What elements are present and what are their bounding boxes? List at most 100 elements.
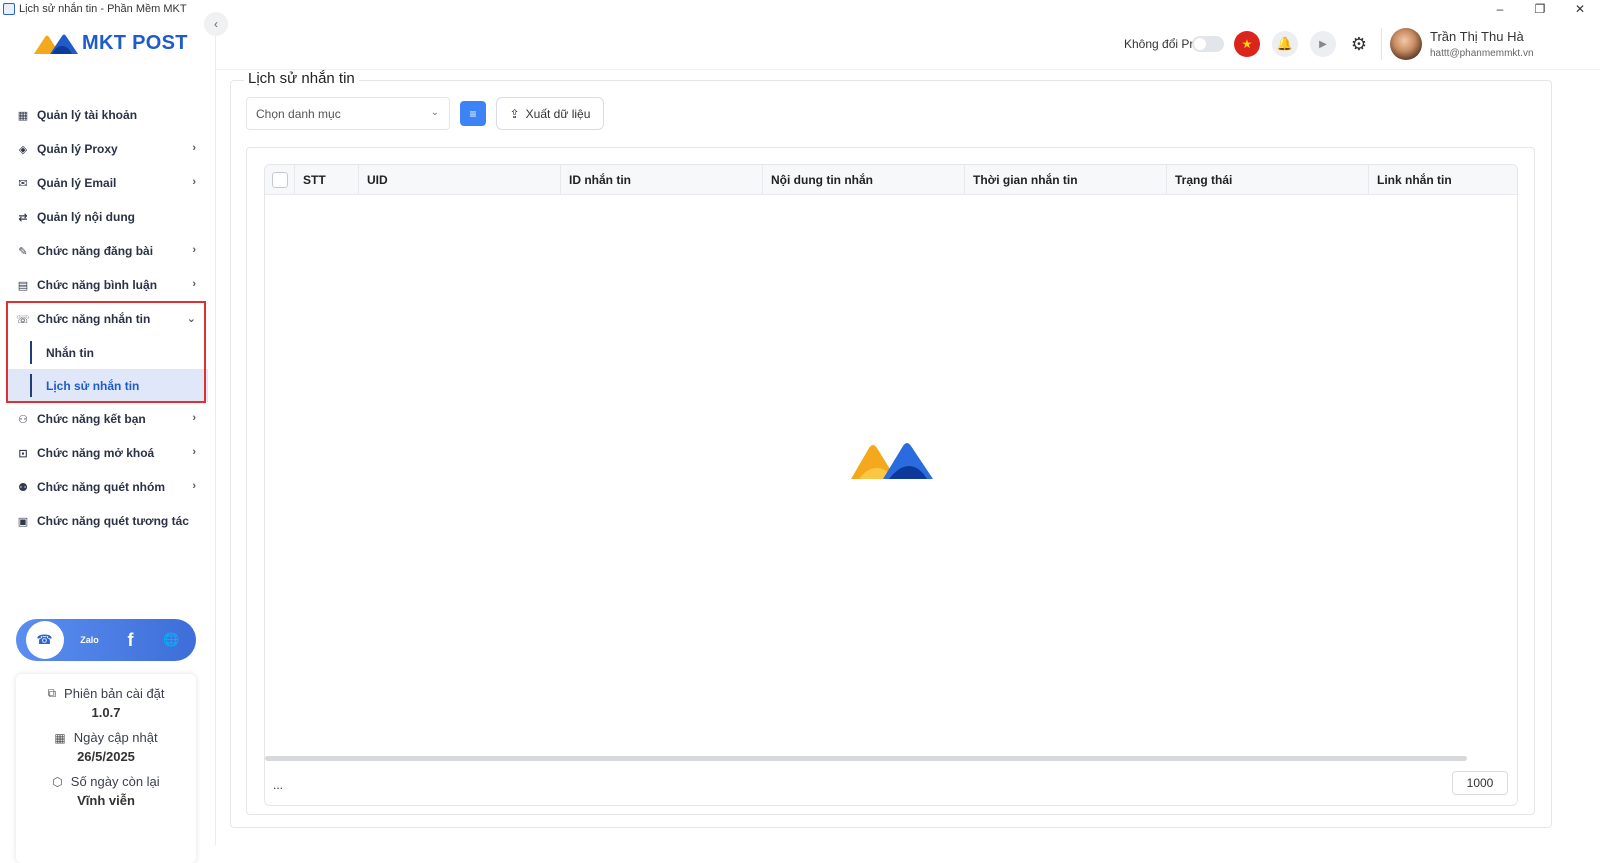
unlock-icon: ⊡ [18,447,28,460]
bell-icon[interactable]: 🔔 [1272,31,1298,57]
top-header: Không đổi Proxy ★ 🔔 ▶ ⚙ Trần Thị Thu Hà … [216,18,1600,70]
comment-icon: ▤ [17,279,29,292]
toggle-knob [1194,38,1206,50]
column-header-uid[interactable]: UID [359,165,561,195]
sidebar-item-account[interactable]: ▦ Quản lý tài khoản [8,98,208,132]
chevron-down-icon: ⌄ [430,107,439,118]
column-header-message-link[interactable]: Link nhắn tin [1369,165,1517,195]
chevron-down-icon: ⌄ [186,313,196,325]
page-title: Lịch sử nhắn tin [244,70,359,87]
restore-button[interactable]: ❐ [1520,0,1560,18]
chevron-right-icon: › [192,412,196,424]
sidebar-item-label: Chức năng bình luận [37,278,158,292]
table-footer-text: ... [273,778,284,792]
filter-button[interactable]: ≡ [460,101,486,126]
chevron-left-icon: ‹ [214,17,218,31]
sidebar-item-email[interactable]: ✉ Quản lý Email › [8,166,208,200]
update-info: ▦ Ngày cập nhật 26/5/2025 [16,730,196,764]
remaining-value: Vĩnh viễn [77,793,135,808]
group-icon: ⚉ [18,481,28,494]
layers-icon: ◈ [18,143,28,156]
version-label: Phiên bản cài đặt [64,686,165,701]
sidebar-item-label: Chức năng nhắn tin [37,312,151,326]
sidebar-item-friend[interactable]: ⚇ Chức năng kết bạn › [8,402,208,436]
remaining-info: ⬡ Số ngày còn lại Vĩnh viễn [16,774,196,808]
gear-icon[interactable]: ⚙ [1346,31,1372,57]
sidebar-item-label: Chức năng mở khoá [37,446,155,460]
swap-icon: ⇄ [18,211,28,224]
close-button[interactable]: ✕ [1560,0,1600,18]
play-icon[interactable]: ▶ [1310,31,1336,57]
vietnam-flag-icon[interactable]: ★ [1234,31,1260,57]
sidebar-collapse-button[interactable]: ‹ [204,12,228,36]
edit-post-icon: ✎ [18,245,28,258]
export-button[interactable]: ⇪ Xuất dữ liệu [496,97,604,130]
app-icon [3,3,15,15]
sidebar-subitem-label: Nhắn tin [46,345,94,360]
sidebar: MKT POST ▦ Quản lý tài khoản ◈ Quản lý P… [0,18,216,863]
mkt-logo-icon [34,34,78,54]
sidebar-item-unlock[interactable]: ⊡ Chức năng mở khoá › [8,436,208,470]
select-all-checkbox[interactable] [272,172,288,188]
message-history-table: STT UID ID nhắn tin Nội dung tin nhắn Th… [264,164,1518,806]
update-label: Ngày cập nhật [73,730,158,745]
window-title: Lịch sử nhắn tin - Phần Mềm MKT [19,3,187,15]
category-select[interactable]: Chọn danh mục ⌄ [246,97,450,130]
page-size-input[interactable]: 1000 [1452,771,1508,795]
sidebar-item-proxy[interactable]: ◈ Quản lý Proxy › [8,132,208,166]
upload-icon: ⇪ [509,106,520,121]
sidebar-item-label: Quản lý tài khoản [37,108,138,122]
chevron-right-icon: › [192,480,196,492]
version-value: 1.0.7 [91,705,121,720]
avatar[interactable] [1390,28,1422,60]
proxy-toggle[interactable] [1192,36,1224,52]
column-header-stt[interactable]: STT [295,165,359,195]
chevron-right-icon: › [192,278,196,290]
calendar-icon: ▦ [54,730,66,745]
sidebar-item-comment[interactable]: ▤ Chức năng bình luận › [8,268,208,302]
column-header-message-id[interactable]: ID nhắn tin [561,165,763,195]
dashboard-icon: ▦ [17,109,29,122]
sidebar-subitem-send-message[interactable]: Nhắn tin [8,336,208,369]
filter-icon: ≡ [469,106,477,121]
sidebar-item-group-scan[interactable]: ⚉ Chức năng quét nhóm › [8,470,208,504]
category-placeholder: Chọn danh mục [256,106,341,121]
sidebar-menu: ▦ Quản lý tài khoản ◈ Quản lý Proxy › ✉ … [8,98,208,538]
sidebar-subitem-label: Lịch sử nhắn tin [46,378,140,393]
column-header-status[interactable]: Trạng thái [1167,165,1369,195]
sidebar-item-label: Chức năng kết bạn [37,412,146,426]
column-header-message-content[interactable]: Nội dung tin nhắn [763,165,965,195]
sidebar-item-label: Quản lý nội dung [37,210,135,224]
sidebar-subitem-message-history[interactable]: Lịch sử nhắn tin [8,369,208,402]
support-icon[interactable]: ☎ [25,621,64,659]
horizontal-scrollbar[interactable] [265,756,1467,761]
sidebar-item-label: Quản lý Proxy [37,142,118,156]
box-icon: ⬡ [52,774,63,789]
window-controls: – ❐ ✕ [1480,0,1600,18]
sidebar-item-interaction-scan[interactable]: ▣ Chức năng quét tương tác [8,504,208,538]
sidebar-item-content[interactable]: ⇄ Quản lý nội dung [8,200,208,234]
column-header-message-time[interactable]: Thời gian nhắn tin [965,165,1167,195]
scan-icon: ▣ [17,515,29,528]
brand-logo[interactable]: MKT POST [32,32,188,55]
chevron-right-icon: › [192,176,196,188]
zalo-icon[interactable]: Zalo [75,625,105,655]
sidebar-item-label: Quản lý Email [37,176,117,190]
version-info-card: ⧉ Phiên bản cài đặt 1.0.7 ▦ Ngày cập nhật … [16,674,196,863]
brand-name: MKT POST [82,32,188,54]
header-divider [1381,28,1382,60]
sidebar-item-label: Chức năng quét nhóm [37,480,166,494]
minimize-button[interactable]: – [1480,0,1520,18]
version-info: ⧉ Phiên bản cài đặt 1.0.7 [16,686,196,720]
social-links: ☎ Zalo f 🌐 [16,619,196,661]
facebook-icon[interactable]: f [116,625,146,655]
mail-icon: ✉ [18,177,28,190]
sidebar-item-messaging[interactable]: ☏ Chức năng nhắn tin ⌄ [8,302,208,336]
window-titlebar: Lịch sử nhắn tin - Phần Mềm MKT – ❐ ✕ [0,0,1600,18]
update-value: 26/5/2025 [77,749,135,764]
export-label: Xuất dữ liệu [525,106,591,121]
chevron-right-icon: › [192,446,196,458]
user-name: Trần Thị Thu Hà [1430,29,1524,44]
sidebar-item-post[interactable]: ✎ Chức năng đăng bài › [8,234,208,268]
globe-icon[interactable]: 🌐 [157,625,187,655]
